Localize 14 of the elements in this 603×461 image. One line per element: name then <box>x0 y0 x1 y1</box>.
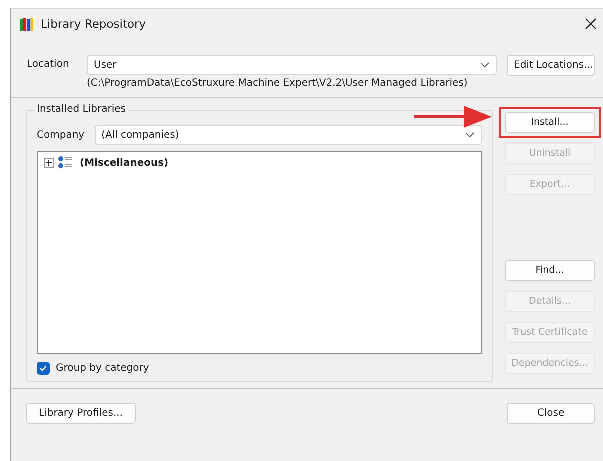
company-dropdown[interactable]: (All companies) <box>94 125 482 145</box>
tree-item[interactable]: (Miscellaneous) <box>80 158 169 168</box>
window-title: Library Repository <box>41 17 148 31</box>
checkbox-label: Group by category <box>56 363 150 374</box>
library-profiles-button[interactable]: Library Profiles... <box>26 403 136 424</box>
group-title: Installed Libraries <box>35 104 128 115</box>
location-path: (C:\ProgramData\EcoStruxure Machine Expert\V2.2\User Managed Libraries) <box>87 78 469 89</box>
side-button[interactable]: Install... <box>505 112 595 133</box>
location-label: Location <box>27 58 70 70</box>
close-button[interactable]: Close <box>507 403 595 424</box>
edit-locations-button[interactable]: Edit Locations... <box>507 55 595 76</box>
side-button[interactable]: Find... <box>505 260 595 281</box>
location-dropdown[interactable]: User <box>87 55 497 75</box>
company-label: Company <box>37 130 85 140</box>
